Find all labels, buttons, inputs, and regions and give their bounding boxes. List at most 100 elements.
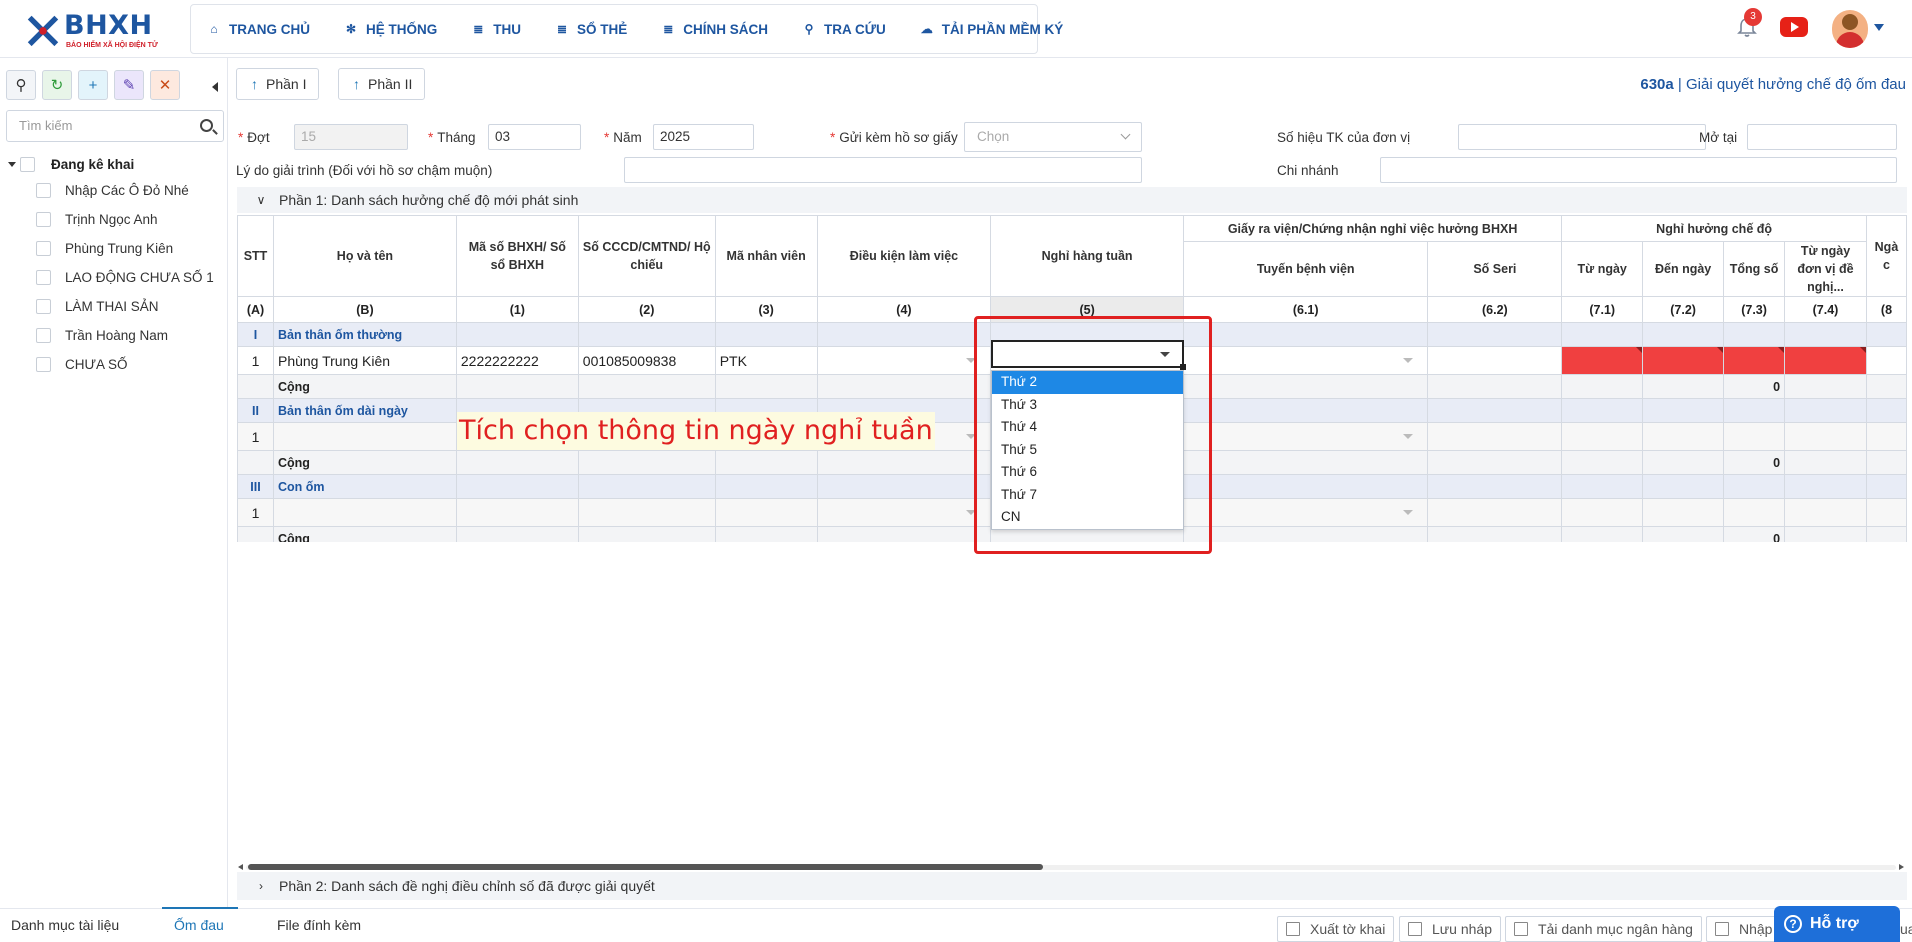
- cell-tuyen-bv[interactable]: [1182, 422, 1429, 451]
- cell-tu-ngay[interactable]: [1561, 498, 1644, 527]
- cell-tu-ngay-dn[interactable]: [1784, 498, 1867, 527]
- cell-tu-ngay-dn[interactable]: [1784, 346, 1867, 375]
- cell-tong-so[interactable]: [1723, 346, 1786, 375]
- search-icon: ⚲: [15, 77, 27, 94]
- document-icon: ≣: [473, 22, 484, 36]
- add-button[interactable]: +: [78, 70, 108, 100]
- home-icon: ⌂: [210, 22, 218, 36]
- caret-down-icon[interactable]: [8, 161, 16, 167]
- col-dieu-kien: Điều kiện làm việc: [816, 215, 992, 297]
- cell-ma-nv[interactable]: PTK: [714, 346, 818, 375]
- youtube-icon[interactable]: [1780, 17, 1808, 37]
- cell-cccd[interactable]: [577, 498, 716, 527]
- part-2-button[interactable]: ↑ Phần II: [338, 68, 426, 100]
- cell-tong-so[interactable]: [1723, 498, 1786, 527]
- gui-kem-select[interactable]: Chọn: [964, 122, 1142, 152]
- tree-item[interactable]: Nhập Các Ô Đỏ Nhé: [8, 176, 224, 205]
- chevron-down-icon[interactable]: [1874, 24, 1884, 31]
- search-button[interactable]: ⚲: [6, 70, 36, 100]
- tree-item[interactable]: Trịnh Ngọc Anh: [8, 205, 224, 234]
- cell-ho-ten[interactable]: [272, 498, 457, 527]
- delete-button[interactable]: ✕: [150, 70, 180, 100]
- section-2-header[interactable]: › Phần 2: Danh sách đề nghị điều chỉnh s…: [237, 872, 1907, 900]
- cell-den-ngay[interactable]: [1642, 422, 1725, 451]
- nam-input[interactable]: 2025: [653, 124, 754, 150]
- nav-thu[interactable]: ≣ THU: [471, 22, 521, 37]
- nav-tai-phan-mem[interactable]: ☁ TẢI PHẦN MỀM KÝ: [920, 22, 1064, 37]
- tree-root-checkbox[interactable]: [20, 156, 35, 172]
- tab-file-dinh-kem[interactable]: File đính kèm: [277, 917, 361, 933]
- tree-item-checkbox[interactable]: [36, 299, 51, 314]
- tree-item-checkbox[interactable]: [36, 357, 51, 372]
- cell-tu-ngay[interactable]: [1561, 422, 1644, 451]
- cell-tong-so[interactable]: [1723, 422, 1786, 451]
- cell-so-seri[interactable]: [1427, 422, 1563, 451]
- thang-input[interactable]: 03: [488, 124, 581, 150]
- bhxh-logo[interactable]: BHXH BẢO HIỂM XÃ HỘI ĐIỆN TỬ: [24, 8, 174, 50]
- edit-button[interactable]: ✎: [114, 70, 144, 100]
- index-cell: (6.2): [1427, 296, 1563, 323]
- cell-cccd[interactable]: 001085009838: [577, 346, 716, 375]
- cell-dieu-kien[interactable]: [816, 346, 992, 375]
- cell-tu-ngay[interactable]: [1561, 346, 1644, 375]
- refresh-button[interactable]: ↻: [42, 70, 72, 100]
- nav-so-the[interactable]: ≣ SỔ THẺ: [555, 22, 627, 37]
- so-hieu-input[interactable]: [1458, 124, 1706, 150]
- section-2-title: Phần 2: Danh sách đề nghị điều chỉnh số …: [279, 878, 655, 894]
- tree-item-checkbox[interactable]: [36, 270, 51, 285]
- tree-item-checkbox[interactable]: [36, 212, 51, 227]
- cell-dieu-kien[interactable]: [816, 498, 992, 527]
- tree-item-checkbox[interactable]: [36, 183, 51, 198]
- tree-item-checkbox[interactable]: [36, 328, 51, 343]
- ly-do-input[interactable]: [624, 157, 1142, 183]
- section-1-header[interactable]: ∨ Phần 1: Danh sách hưởng chế độ mới phá…: [237, 187, 1907, 213]
- cell-ma-so[interactable]: [455, 498, 579, 527]
- dot-input[interactable]: 15: [294, 124, 408, 150]
- cell-so-seri[interactable]: [1427, 346, 1563, 375]
- nav-trang-chu[interactable]: ⌂ TRANG CHỦ: [207, 22, 310, 37]
- export-button[interactable]: Xuất tờ khai: [1277, 916, 1395, 942]
- cell-den-ngay[interactable]: [1642, 498, 1725, 527]
- tree-item[interactable]: LAO ĐỘNG CHƯA SỐ 1: [8, 263, 224, 292]
- cell-den-ngay[interactable]: [1642, 346, 1725, 375]
- help-button[interactable]: ? Hỗ trợ: [1774, 906, 1900, 942]
- index-cell: (B): [272, 296, 457, 323]
- nav-chinh-sach[interactable]: ≣ CHÍNH SÁCH: [661, 22, 768, 37]
- tree-item[interactable]: CHƯA SỐ: [8, 350, 224, 379]
- cell-tuyen-bv[interactable]: [1182, 346, 1429, 375]
- cell-cut[interactable]: [1865, 346, 1907, 375]
- cell-ma-nv[interactable]: [714, 498, 818, 527]
- tree-item[interactable]: Trần Hoàng Nam: [8, 321, 224, 350]
- nav-tra-cuu[interactable]: ⚲ TRA CỨU: [802, 22, 886, 37]
- collapse-sidebar-icon[interactable]: [212, 82, 218, 92]
- download-bank-list-button[interactable]: Tải danh mục ngân hàng: [1505, 916, 1702, 942]
- tree-item[interactable]: LÀM THAI SẢN: [8, 292, 224, 321]
- scroll-right-icon[interactable]: [1899, 864, 1904, 870]
- chi-nhanh-input[interactable]: [1380, 157, 1897, 183]
- horizontal-scrollbar[interactable]: [238, 863, 1904, 871]
- save-draft-button[interactable]: Lưu nháp: [1399, 916, 1501, 942]
- avatar[interactable]: [1832, 10, 1868, 48]
- cell-tu-ngay-dn[interactable]: [1784, 422, 1867, 451]
- cell-so-seri[interactable]: [1427, 498, 1563, 527]
- scroll-left-icon[interactable]: [238, 864, 243, 870]
- tree-root[interactable]: Đang kê khai: [8, 152, 224, 176]
- tree-item-checkbox[interactable]: [36, 241, 51, 256]
- mo-tai-input[interactable]: [1747, 124, 1897, 150]
- tab-om-dau[interactable]: Ốm đau: [162, 907, 238, 933]
- nav-label: TẢI PHẦN MỀM KÝ: [941, 21, 1064, 37]
- cell-ho-ten[interactable]: Phùng Trung Kiên: [272, 346, 457, 375]
- scroll-thumb[interactable]: [248, 864, 1043, 870]
- cell-cut[interactable]: [1865, 422, 1907, 451]
- plus-icon: +: [88, 76, 98, 94]
- nav-he-thong[interactable]: ✻ HỆ THỐNG: [344, 22, 437, 37]
- import-button[interactable]: Nhập: [1706, 916, 1782, 942]
- cell-ho-ten[interactable]: [272, 422, 457, 451]
- cell-cut[interactable]: [1865, 498, 1907, 527]
- tab-danh-muc-tai-lieu[interactable]: Danh mục tài liệu: [11, 917, 119, 933]
- cell-tuyen-bv[interactable]: [1182, 498, 1429, 527]
- part-1-button[interactable]: ↑ Phần I: [236, 68, 320, 100]
- tree-item[interactable]: Phùng Trung Kiên: [8, 234, 224, 263]
- cell-ma-so[interactable]: 2222222222: [455, 346, 579, 375]
- sidebar-search-input[interactable]: Tìm kiếm: [6, 110, 224, 142]
